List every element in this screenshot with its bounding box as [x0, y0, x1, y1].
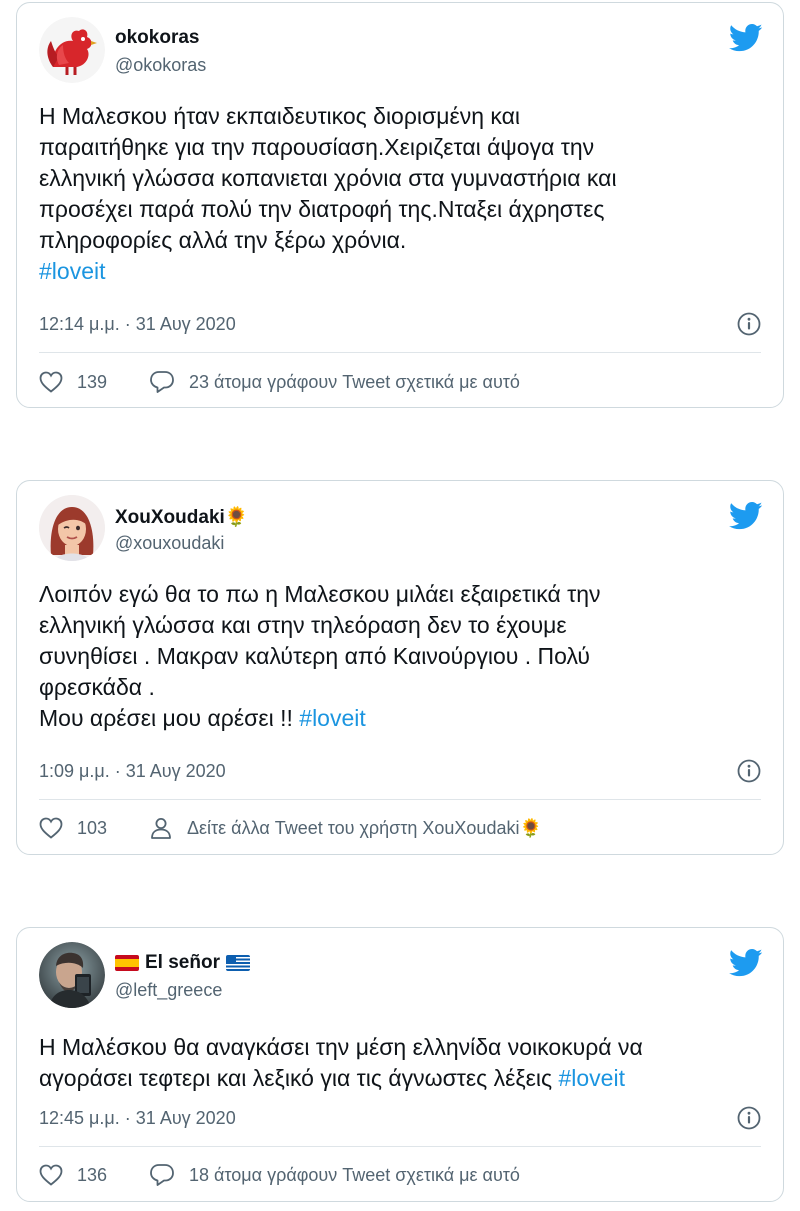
- divider: [39, 352, 761, 353]
- profile-link-text: Δείτε άλλα Tweet του χρήστη XouXoudaki🌻: [187, 817, 542, 838]
- tweet-timestamp[interactable]: 1:09 μ.μ. · 31 Αυγ 2020: [39, 761, 226, 782]
- like-button[interactable]: 139: [39, 371, 149, 393]
- user-icon: [151, 818, 171, 839]
- divider: [39, 1146, 761, 1147]
- heart-icon: [39, 1164, 63, 1186]
- user-handle[interactable]: @left_greece: [115, 980, 222, 1001]
- hashtag-link[interactable]: #loveit: [558, 1065, 624, 1091]
- reply-icon: [150, 1164, 174, 1186]
- tweet-text: Η Μαλέσκου θα αναγκάσει την μέση ελληνίδ…: [39, 1032, 761, 1094]
- heart-icon: [39, 817, 63, 839]
- user-handle[interactable]: @xouxoudaki: [115, 533, 224, 554]
- reply-link[interactable]: 23 άτομα γράφουν Tweet σχετικά με αυτό: [149, 370, 520, 394]
- divider: [39, 799, 761, 800]
- greece-flag-icon: [225, 955, 250, 971]
- hashtag-link[interactable]: #loveit: [299, 705, 365, 731]
- reply-icon: [150, 371, 174, 393]
- like-button[interactable]: 136: [39, 1164, 149, 1186]
- like-count: 139: [77, 371, 108, 392]
- memoji-avatar-icon: [39, 495, 105, 561]
- profile-link[interactable]: Δείτε άλλα Tweet του χρήστη XouXoudaki🌻: [149, 816, 542, 840]
- tweet-actions: 139 23 άτομα γράφουν Tweet σχετικά με αυ…: [39, 367, 761, 397]
- man-portrait-icon: [39, 942, 105, 1008]
- info-icon[interactable]: [737, 759, 761, 783]
- avatar-rooster[interactable]: [39, 17, 105, 83]
- user-handle[interactable]: @okokoras: [115, 55, 206, 76]
- tweet-body: Η Μαλεσκου ήταν εκπαιδευτικος διορισμένη…: [39, 103, 617, 253]
- twitter-bird-icon[interactable]: [729, 23, 763, 53]
- info-icon[interactable]: [737, 1106, 761, 1130]
- heart-icon: [39, 371, 63, 393]
- tweet-card[interactable]: El señor @left_greece Η Μαλέσκου θα αναγ…: [16, 927, 784, 1202]
- rooster-icon: [39, 17, 105, 83]
- twitter-bird-icon[interactable]: [729, 501, 763, 531]
- like-button[interactable]: 103: [39, 817, 149, 839]
- reply-link-text: 23 άτομα γράφουν Tweet σχετικά με αυτό: [189, 371, 520, 392]
- tweet-actions: 103 Δείτε άλλα Tweet του χρήστη XouXouda…: [39, 813, 761, 843]
- tweet-timestamp[interactable]: 12:14 μ.μ. · 31 Αυγ 2020: [39, 314, 236, 335]
- tweet-card[interactable]: okokoras @okokoras Η Μαλεσκου ήταν εκπαι…: [16, 2, 784, 408]
- display-name[interactable]: XouXoudaki🌻: [115, 505, 248, 529]
- avatar-photo[interactable]: [39, 942, 105, 1008]
- twitter-bird-icon[interactable]: [729, 948, 763, 978]
- display-name[interactable]: okokoras: [115, 27, 199, 49]
- tweet-body: Η Μαλέσκου θα αναγκάσει την μέση ελληνίδ…: [39, 1034, 643, 1091]
- reply-link-text: 18 άτομα γράφουν Tweet σχετικά με αυτό: [189, 1164, 520, 1185]
- display-name-text[interactable]: El señor: [145, 952, 220, 974]
- reply-link[interactable]: 18 άτομα γράφουν Tweet σχετικά με αυτό: [149, 1163, 520, 1187]
- tweet-timestamp[interactable]: 12:45 μ.μ. · 31 Αυγ 2020: [39, 1108, 236, 1129]
- like-count: 103: [77, 817, 108, 838]
- display-name[interactable]: El señor: [115, 952, 250, 974]
- avatar-memoji[interactable]: [39, 495, 105, 561]
- spain-flag-icon: [115, 955, 139, 971]
- info-icon[interactable]: [737, 312, 761, 336]
- tweet-card[interactable]: XouXoudaki🌻 @xouxoudaki Λοιπόν εγώ θα το…: [16, 480, 784, 855]
- tweet-text: Λοιπόν εγώ θα το πω η Μαλεσκου μιλάει εξ…: [39, 579, 761, 734]
- display-name-text[interactable]: XouXoudaki🌻: [115, 505, 248, 529]
- like-count: 136: [77, 1164, 108, 1185]
- tweet-actions: 136 18 άτομα γράφουν Tweet σχετικά με αυ…: [39, 1160, 761, 1190]
- hashtag-link[interactable]: #loveit: [39, 258, 105, 284]
- display-name-text[interactable]: okokoras: [115, 27, 199, 49]
- tweet-text: Η Μαλεσκου ήταν εκπαιδευτικος διορισμένη…: [39, 101, 761, 287]
